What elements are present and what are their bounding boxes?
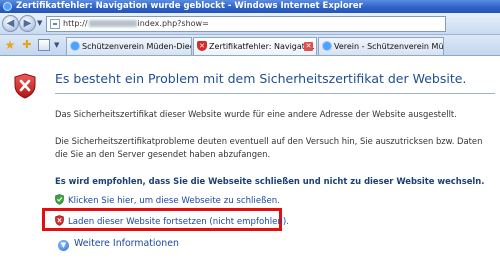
ie-page-icon	[322, 41, 332, 51]
address-suffix: index.php?show=	[137, 19, 209, 28]
address-prefix: http://	[63, 19, 88, 28]
divider	[55, 93, 495, 94]
expand-chevron-icon: ▼	[58, 240, 69, 251]
navigation-toolbar: ◀ ▶ ▼ http:// index.php?show=	[0, 13, 500, 35]
page-content: Es besteht ein Problem mit dem Sicherhei…	[0, 57, 500, 267]
address-redacted	[88, 20, 137, 27]
close-tab-icon[interactable]: ✕	[304, 42, 313, 51]
page-title: Es besteht ein Problem mit dem Sicherhei…	[55, 71, 467, 86]
continue-link-label[interactable]: Laden dieser Website fortsetzen (nicht e…	[68, 217, 289, 227]
tab-label: Verein - Schützenverein Müd...	[334, 42, 444, 51]
window-title-bar: Zertifikatfehler: Navigation wurde geblo…	[0, 0, 500, 13]
certificate-error-icon: ✕	[197, 41, 207, 51]
quick-tabs-icon[interactable]	[38, 39, 50, 51]
continue-to-website-link[interactable]: Laden dieser Website fortsetzen (nicht e…	[55, 215, 289, 227]
tab-label: Zertifikatfehler: Navigati...	[209, 42, 315, 51]
page-icon	[50, 19, 60, 29]
tab-certificate-error[interactable]: ✕ Zertifikatfehler: Navigati... ✕	[193, 37, 317, 55]
tab-list-dropdown-icon[interactable]: ▼	[54, 41, 59, 49]
history-dropdown-icon[interactable]: ▼	[37, 19, 42, 27]
favorites-star-icon[interactable]: ★	[3, 38, 17, 52]
more-info-link[interactable]: ▼ Weitere Informationen	[58, 238, 179, 251]
red-shield-icon	[55, 215, 64, 226]
ie-page-icon	[70, 41, 80, 51]
green-shield-icon	[55, 194, 64, 205]
tab-label: Schützenverein Müden-Dieck...	[82, 42, 191, 51]
recommendation-text: Es wird empfohlen, dass Sie die Webseite…	[55, 176, 485, 186]
security-shield-error-icon	[14, 73, 36, 99]
back-button[interactable]: ◀	[2, 15, 19, 32]
warning-text: Die Sicherheitszertifikatprobleme deuten…	[55, 136, 483, 159]
window-title: Zertifikatfehler: Navigation wurde geblo…	[16, 1, 363, 11]
forward-button[interactable]: ▶	[19, 15, 36, 32]
tab-verein[interactable]: Verein - Schützenverein Müd...	[318, 37, 444, 55]
more-info-label[interactable]: Weitere Informationen	[74, 238, 179, 249]
add-favorites-icon[interactable]: ✚	[20, 38, 34, 52]
close-page-link[interactable]: Klicken Sie hier, um diese Webseite zu s…	[55, 194, 280, 206]
certificate-issue-text: Das Sicherheitszertifikat dieser Website…	[55, 109, 457, 119]
address-bar[interactable]: http:// index.php?show=	[46, 16, 446, 32]
ie-icon	[3, 2, 12, 11]
tab-bar: ★ ✚ ▼ Schützenverein Müden-Dieck... ✕ Ze…	[0, 35, 500, 56]
close-page-link-label[interactable]: Klicken Sie hier, um diese Webseite zu s…	[68, 196, 280, 206]
tab-schuetzenverein[interactable]: Schützenverein Müden-Dieck...	[66, 37, 192, 55]
